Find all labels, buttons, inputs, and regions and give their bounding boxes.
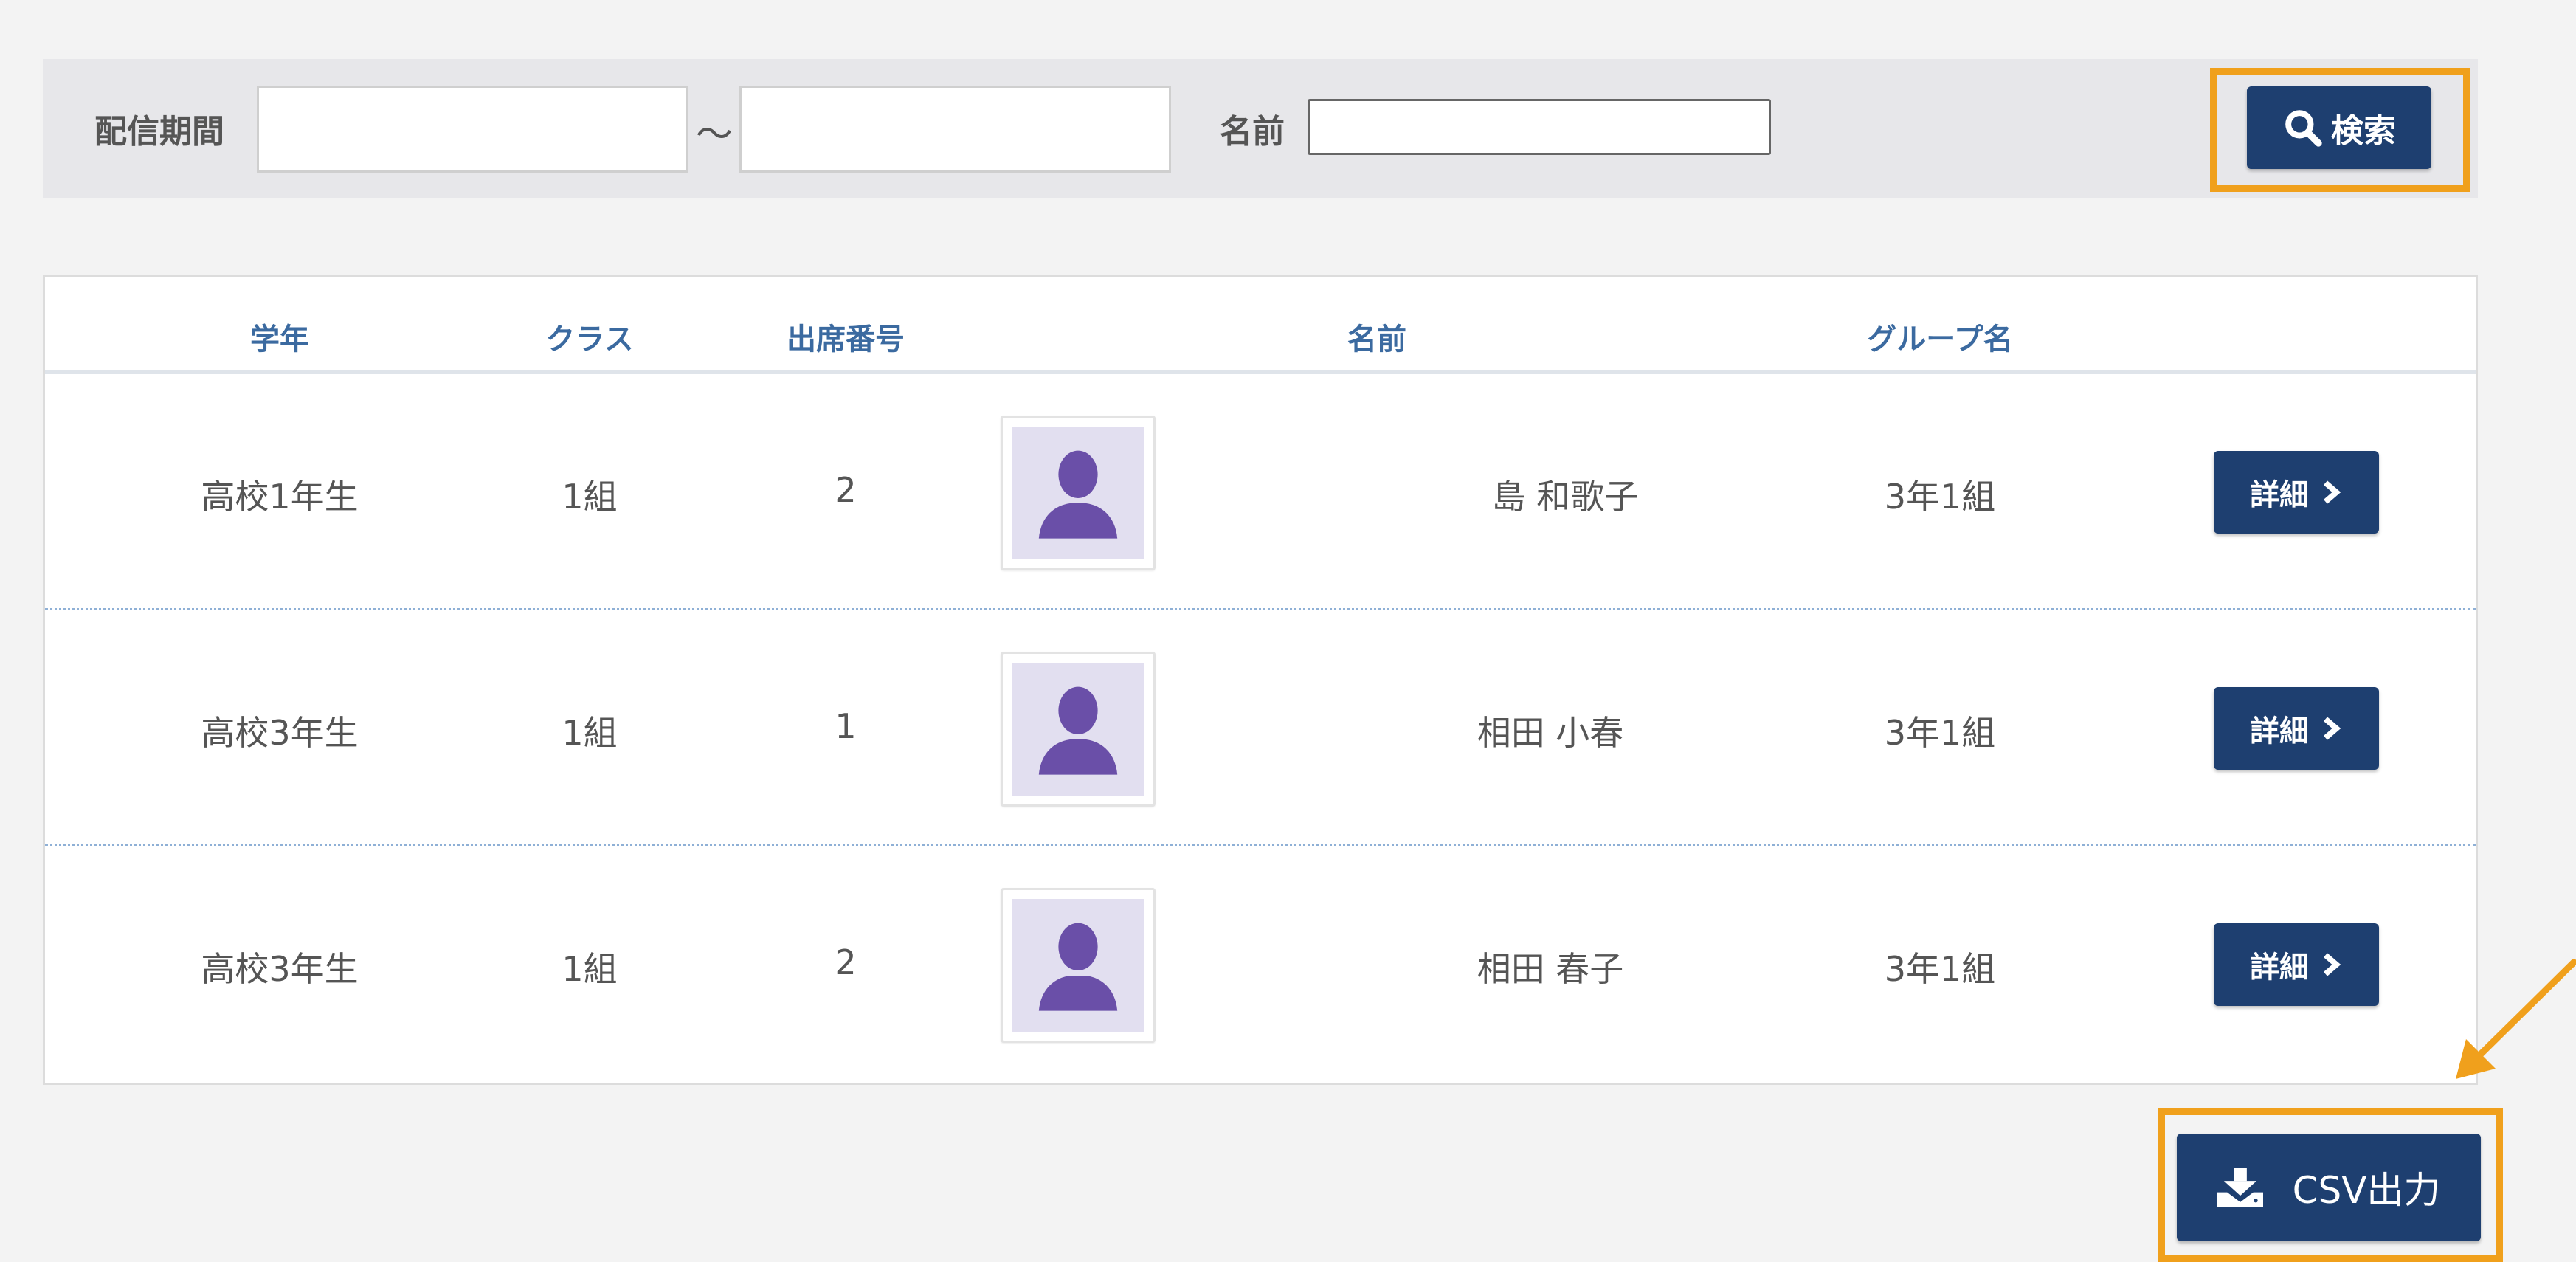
csv-export-label: CSV出力 <box>2292 1169 2441 1212</box>
name-label: 名前 <box>1220 113 1285 151</box>
avatar <box>1001 888 1156 1043</box>
cell-name: 相田 小春 <box>1477 713 1624 753</box>
date-from-input[interactable] <box>257 86 688 173</box>
search-icon <box>2285 110 2322 147</box>
detail-button[interactable]: 詳細 <box>2214 923 2379 1006</box>
date-to-input[interactable] <box>739 86 1171 173</box>
cell-grade: 高校3年生 <box>201 713 359 753</box>
avatar <box>1001 416 1156 570</box>
cell-grade: 高校1年生 <box>201 477 359 517</box>
detail-button-label: 詳細 <box>2250 478 2309 512</box>
table-header: 学年 クラス 出席番号 名前 グループ名 <box>45 277 2476 374</box>
user-silhouette-icon <box>1038 686 1118 775</box>
csv-export-button[interactable]: CSV出力 <box>2177 1134 2481 1241</box>
download-icon <box>2217 1168 2263 1207</box>
detail-button-label: 詳細 <box>2250 714 2309 748</box>
table-row: 高校3年生 1組 2 相田 春子 3年1組 詳細 <box>45 846 2476 1083</box>
header-number: 出席番号 <box>787 323 905 356</box>
avatar <box>1001 652 1156 807</box>
cell-group: 3年1組 <box>1884 477 1996 517</box>
table-row: 高校3年生 1組 1 相田 小春 3年1組 詳細 <box>45 610 2476 846</box>
chevron-right-icon <box>2324 717 2341 740</box>
cell-number: 2 <box>835 942 857 982</box>
search-panel: 配信期間 〜 名前 <box>43 59 2478 198</box>
cell-class: 1組 <box>562 713 618 753</box>
arrow-annotation-icon <box>2456 959 2576 1079</box>
header-grade: 学年 <box>250 323 309 356</box>
cell-number: 2 <box>835 470 857 510</box>
cell-group: 3年1組 <box>1884 713 1996 753</box>
header-class: クラス <box>545 323 634 356</box>
search-button[interactable]: 検索 <box>2247 86 2431 169</box>
range-tilde: 〜 <box>696 113 733 156</box>
cell-name: 島 和歌子 <box>1491 477 1639 517</box>
search-button-label: 検索 <box>2331 112 2396 150</box>
cell-class: 1組 <box>562 477 618 517</box>
user-silhouette-icon <box>1038 923 1118 1011</box>
detail-button-label: 詳細 <box>2250 951 2309 985</box>
header-name: 名前 <box>1347 323 1406 356</box>
cell-name: 相田 春子 <box>1477 949 1624 989</box>
cell-number: 1 <box>835 706 857 746</box>
student-table: 学年 クラス 出席番号 名前 グループ名 高校1年生 1組 2 島 和歌子 3年… <box>43 275 2478 1085</box>
chevron-right-icon <box>2324 953 2341 976</box>
cell-class: 1組 <box>562 949 618 989</box>
detail-button[interactable]: 詳細 <box>2214 451 2379 534</box>
period-label: 配信期間 <box>94 113 224 151</box>
header-group: グループ名 <box>1867 323 2013 356</box>
name-search-input[interactable] <box>1308 99 1771 155</box>
chevron-right-icon <box>2324 480 2341 504</box>
cell-group: 3年1組 <box>1884 949 1996 989</box>
user-silhouette-icon <box>1038 450 1118 539</box>
table-row: 高校1年生 1組 2 島 和歌子 3年1組 詳細 <box>45 374 2476 610</box>
cell-grade: 高校3年生 <box>201 949 359 989</box>
detail-button[interactable]: 詳細 <box>2214 687 2379 770</box>
